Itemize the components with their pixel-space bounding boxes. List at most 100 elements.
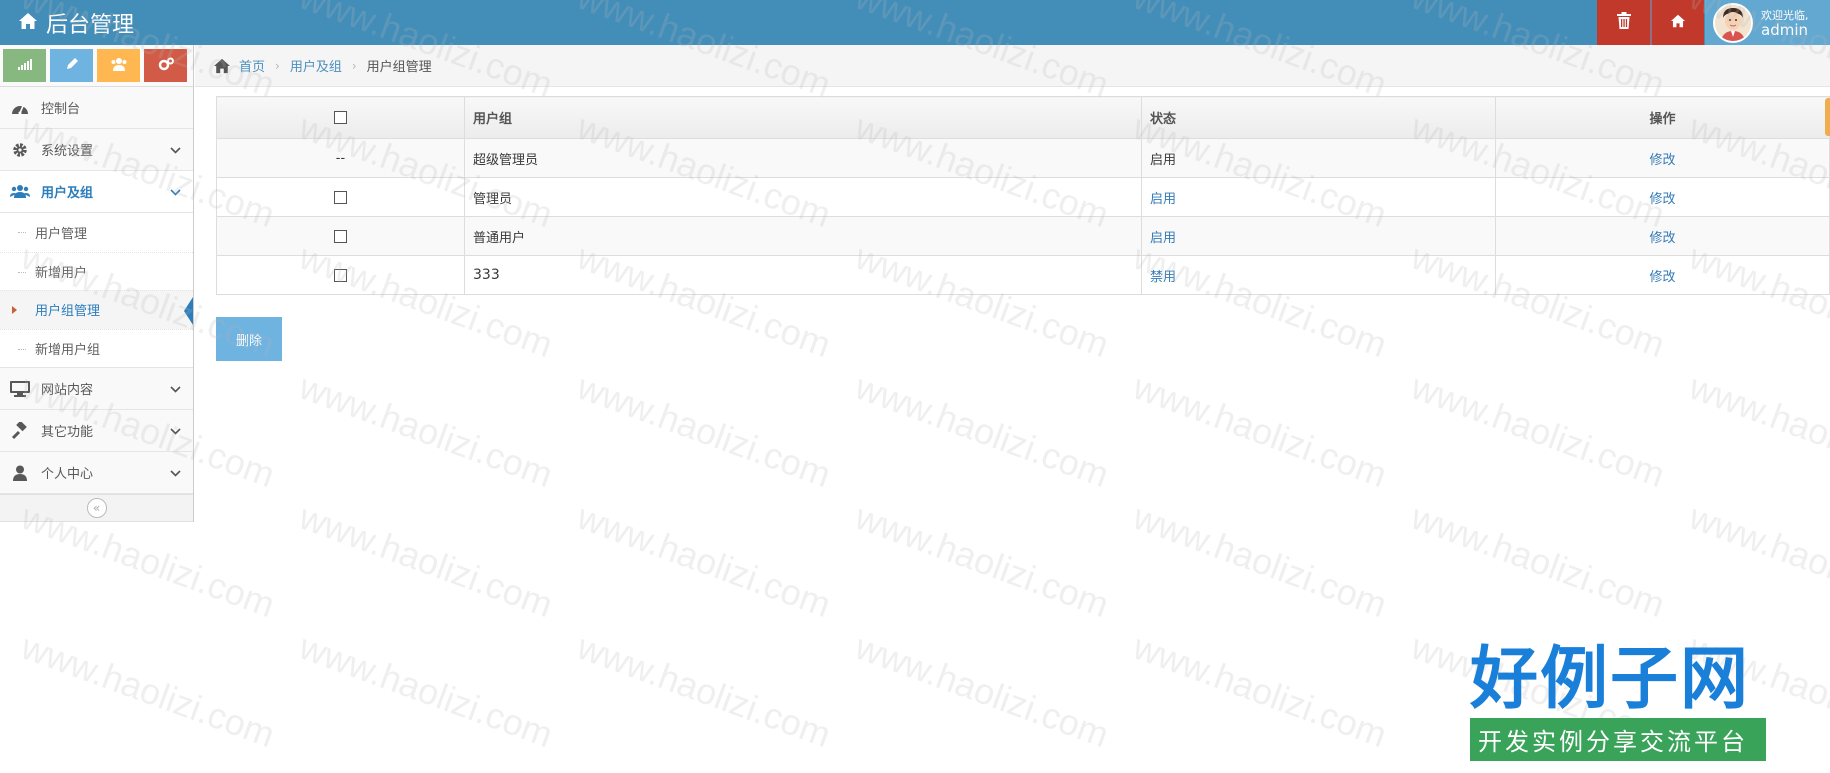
submenu-label: 新增用户组 (35, 342, 101, 358)
watermark-logo-title: 好例子网 (1470, 639, 1751, 719)
gavel-icon (10, 421, 30, 441)
chevron-down-icon (170, 382, 181, 397)
edit-link[interactable]: 修改 (1649, 153, 1675, 168)
shortcut-cogs[interactable] (144, 49, 187, 82)
desktop-icon (10, 379, 30, 399)
status-toggle-link[interactable]: 禁用 (1150, 270, 1176, 285)
cogs-icon (158, 57, 174, 75)
watermark-text: www.haolizi.com (572, 365, 837, 496)
watermark-text: www.haolizi.com (294, 365, 559, 496)
submenu-label: 用户组管理 (35, 304, 101, 320)
menu-settings-label: 系统设置 (41, 144, 94, 159)
menu-users-group[interactable]: 用户及组 (0, 171, 193, 213)
breadcrumb: 首页 › 用户及组 › 用户组管理 (195, 45, 1830, 87)
chevron-down-icon (170, 143, 181, 158)
user-icon (10, 463, 30, 483)
menu-profile[interactable]: 个人中心 (0, 452, 193, 494)
watermark-text: www.haolizi.com (572, 495, 837, 626)
watermark-text: www.haolizi.com (294, 625, 559, 756)
submenu-user-manage[interactable]: 用户管理 (0, 213, 193, 252)
settings-tab-handle[interactable] (1825, 98, 1830, 136)
watermark-text: www.haolizi.com (1406, 365, 1671, 496)
menu-dashboard-label: 控制台 (41, 102, 81, 117)
top-navbar: 后台管理 欢迎光临, admin (0, 0, 1830, 45)
delete-button[interactable]: 删除 (216, 317, 282, 361)
avatar (1713, 2, 1753, 43)
row-checkbox[interactable] (334, 268, 347, 282)
menu-other-label: 其它功能 (41, 425, 94, 440)
submenu-group-manage[interactable]: 用户组管理 (0, 290, 193, 329)
row-check-placeholder: -- (216, 138, 465, 178)
watermark-logo-subtitle: 开发实例分享交流平台 (1470, 718, 1766, 761)
status-toggle-link[interactable]: 启用 (1150, 231, 1176, 246)
breadcrumb-home[interactable]: 首页 (239, 56, 265, 75)
edit-link[interactable]: 修改 (1649, 192, 1675, 207)
submenu-add-user[interactable]: 新增用户 (0, 251, 193, 291)
sidebar: 控制台 系统设置 用户及组 用户管理 新增用户 用户组管理 新增用户组 网站内容… (0, 45, 194, 522)
caret-right-icon (12, 306, 17, 314)
submenu-add-group[interactable]: 新增用户组 (0, 328, 193, 368)
home-icon (213, 58, 231, 74)
watermark-text: www.haolizi.com (1684, 495, 1830, 626)
trash-icon (1616, 12, 1631, 33)
active-pointer (184, 297, 193, 325)
watermark-text: www.haolizi.com (850, 625, 1115, 756)
chevron-down-icon (170, 424, 181, 439)
menu-site-content[interactable]: 网站内容 (0, 368, 193, 410)
header-group: 用户组 (464, 96, 1142, 139)
user-menu[interactable]: 欢迎光临, admin (1705, 0, 1830, 45)
chevron-right-icon: › (351, 58, 357, 73)
chevron-right-icon: › (275, 58, 280, 73)
brand-title: 后台管理 (46, 12, 135, 38)
menu-dashboard[interactable]: 控制台 (0, 87, 193, 129)
edit-link[interactable]: 修改 (1649, 270, 1675, 285)
breadcrumb-parent[interactable]: 用户及组 (290, 56, 342, 75)
submenu-label: 新增用户 (35, 265, 88, 281)
users-icon (10, 182, 30, 202)
menu-other[interactable]: 其它功能 (0, 410, 193, 452)
home-icon (18, 12, 38, 34)
watermark-logo: 好例子网 开发实例分享交流平台 (1470, 640, 1770, 761)
watermark-text: www.haolizi.com (850, 365, 1115, 496)
menu-site-content-label: 网站内容 (41, 383, 94, 398)
shortcut-group[interactable] (97, 49, 140, 82)
edit-link[interactable]: 修改 (1649, 231, 1675, 246)
watermark-text: www.haolizi.com (1684, 365, 1830, 496)
watermark-text: www.haolizi.com (16, 625, 281, 756)
row-checkbox[interactable] (334, 229, 347, 243)
table-row: -- 超级管理员 启用 修改 (216, 138, 1830, 178)
shortcut-pencil[interactable] (50, 49, 93, 82)
signal-icon (17, 58, 32, 74)
shortcut-signal[interactable] (3, 49, 46, 82)
home-icon (1670, 14, 1686, 32)
row-group: 管理员 (464, 177, 1142, 217)
table-row: 333 禁用 修改 (216, 255, 1830, 295)
submenu-label: 用户管理 (35, 226, 88, 242)
menu-settings[interactable]: 系统设置 (0, 129, 193, 171)
status-toggle-link[interactable]: 启用 (1150, 192, 1176, 207)
row-group: 普通用户 (464, 216, 1142, 256)
row-checkbox[interactable] (334, 190, 347, 204)
row-group: 超级管理员 (464, 138, 1142, 178)
header-select-all (216, 96, 465, 139)
watermark-text: www.haolizi.com (850, 495, 1115, 626)
breadcrumb-current: 用户组管理 (366, 60, 432, 75)
select-all-checkbox[interactable] (334, 111, 347, 124)
home-button[interactable] (1651, 0, 1704, 45)
watermark-text: www.haolizi.com (1128, 365, 1393, 496)
watermark-text: www.haolizi.com (572, 625, 837, 756)
row-group: 333 (464, 255, 1142, 295)
double-angle-left-icon[interactable]: « (86, 498, 107, 518)
header-status: 状态 (1141, 96, 1496, 139)
row-status: 启用 (1141, 138, 1496, 178)
chevron-down-icon (170, 185, 181, 200)
brand[interactable]: 后台管理 (18, 0, 134, 45)
header-action: 操作 (1495, 96, 1830, 139)
username: admin (1761, 20, 1808, 39)
user-group-table: 用户组 状态 操作 -- 超级管理员 启用 修改 管理员 启用 修改 普通用户 … (216, 96, 1830, 295)
watermark-text: www.haolizi.com (1128, 495, 1393, 626)
tachometer-icon (10, 98, 30, 118)
group-icon (110, 57, 128, 75)
watermark-text: www.haolizi.com (1406, 495, 1671, 626)
trash-button[interactable] (1597, 0, 1650, 45)
